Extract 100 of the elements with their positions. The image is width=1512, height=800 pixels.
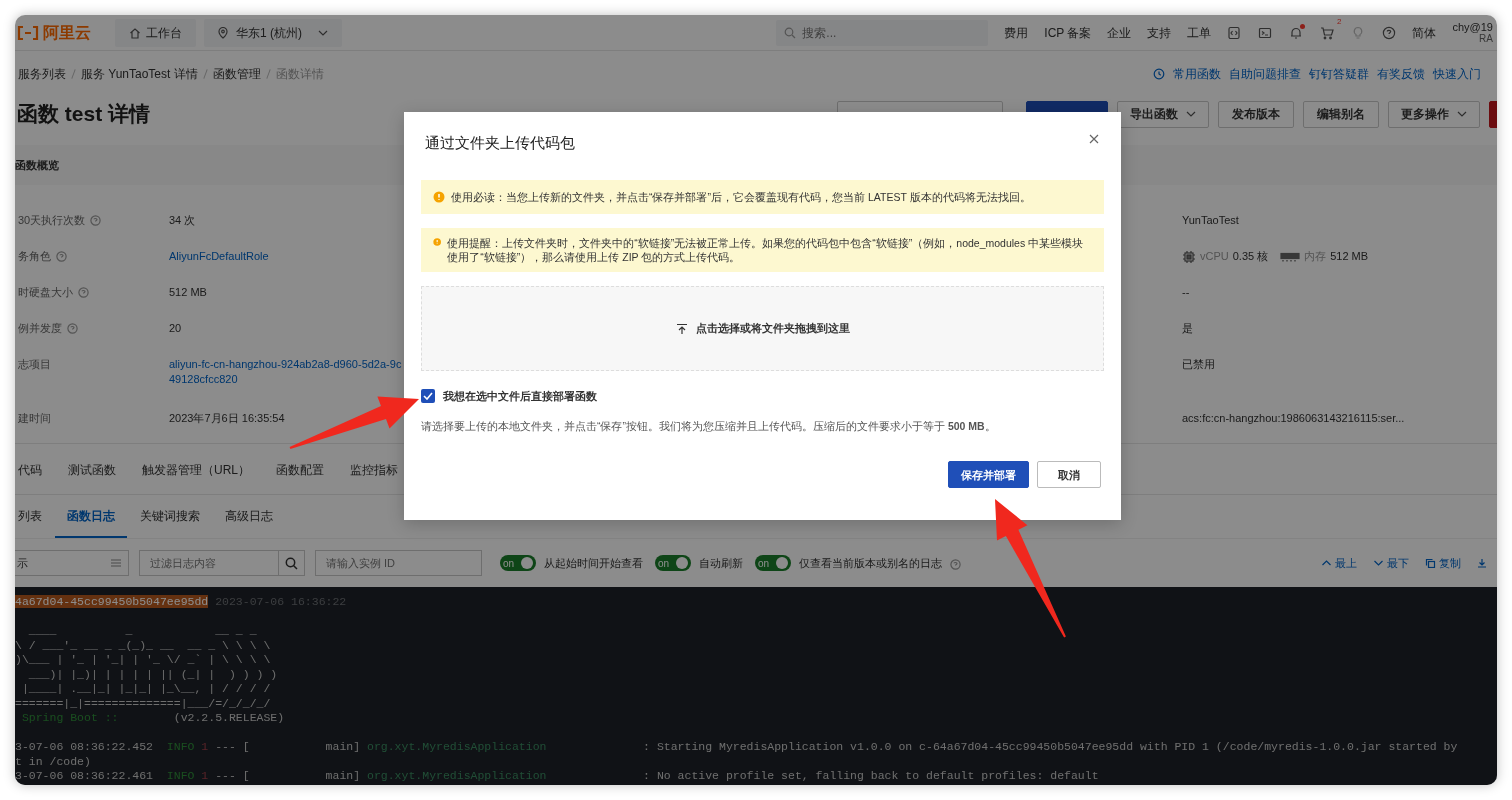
action-button[interactable]: 导出函数 xyxy=(1117,100,1209,128)
field-label: 时硬盘大小 xyxy=(18,285,73,300)
log-message: t in /code) xyxy=(15,754,91,768)
nav-link[interactable]: 企业 xyxy=(1107,23,1132,42)
nav-link[interactable]: 工单 xyxy=(1187,23,1212,42)
log-level: INFO xyxy=(166,740,195,753)
search-field[interactable]: 搜索... xyxy=(776,19,989,46)
banner-line: )\___ | '_ | '_| | '_ \/ _` | \ \ \ \ xyxy=(15,653,271,666)
log-level: INFO xyxy=(166,769,195,782)
log-action-link[interactable]: 最下 xyxy=(1373,554,1409,572)
caret-icon xyxy=(1457,111,1467,117)
breadcrumb-link[interactable]: 服务 YunTaoTest 详情 xyxy=(81,65,198,83)
tab[interactable]: 函数配置 xyxy=(276,456,324,484)
workbench-button[interactable]: 工作台 xyxy=(115,18,196,47)
log-thread: --- [ main] xyxy=(215,740,361,753)
chevron-down-icon xyxy=(1373,558,1384,568)
copy-icon xyxy=(1425,558,1436,568)
breadcrumb-link[interactable]: 服务列表 xyxy=(18,65,66,83)
file-dropzone[interactable]: 点击选择或将文件夹拖拽到这里 xyxy=(421,286,1104,371)
field-label: 例并发度 xyxy=(18,321,62,336)
log-logger: org.xyt.MyredisApplication xyxy=(367,740,547,753)
action-button[interactable]: 编辑别名 xyxy=(1303,100,1379,128)
region-select[interactable]: 华东1 (杭州) xyxy=(204,18,342,47)
log-pid: 1 xyxy=(201,769,209,782)
time-range-field[interactable]: 示 xyxy=(15,550,129,576)
banner-label: Spring Boot :: xyxy=(20,711,119,724)
memory-icon xyxy=(1280,251,1301,262)
banner-line: ____ _ __ _ _ xyxy=(27,624,257,637)
nav-link[interactable]: 费用 xyxy=(1004,23,1029,42)
checkbox-label: 我想在选中文件后直接部署函数 xyxy=(443,389,597,404)
field-label: 务角色 xyxy=(18,249,51,264)
chip-icon xyxy=(1182,249,1196,264)
user-account[interactable]: chy@19 xyxy=(1452,20,1493,33)
search-icon xyxy=(285,556,298,570)
subtab[interactable]: 列表 xyxy=(18,495,42,538)
language-link[interactable]: 简体 xyxy=(1412,23,1437,42)
spec-label: vCPU xyxy=(1200,249,1229,264)
terminal-icon[interactable] xyxy=(1258,25,1273,40)
instance-id-field[interactable]: 请输入实例 ID xyxy=(315,550,482,576)
help-icon[interactable] xyxy=(1382,25,1397,40)
warning-icon xyxy=(433,236,442,248)
cancel-button[interactable]: 取消 xyxy=(1037,461,1101,489)
cart-icon[interactable] xyxy=(1320,25,1335,40)
save-deploy-button[interactable]: 保存并部署 xyxy=(948,461,1029,489)
toggle-switch[interactable]: on xyxy=(755,555,791,571)
list-icon xyxy=(110,558,122,568)
help-link[interactable]: 钉钉答疑群 xyxy=(1309,65,1369,83)
log-thread: --- [ main] xyxy=(215,769,361,782)
toggle-label: 仅查看当前版本或别名的日志 xyxy=(799,555,942,571)
chevron-up-icon xyxy=(1321,558,1332,568)
field-value: 34 次 xyxy=(169,213,197,228)
spec-value: 512 MB xyxy=(1330,249,1369,264)
help-link[interactable]: 快速入门 xyxy=(1433,65,1481,83)
tab[interactable]: 触发器管理（URL） xyxy=(142,456,250,484)
toggle-switch[interactable]: on xyxy=(500,555,536,571)
subtab[interactable]: 关键词搜索 xyxy=(140,495,200,538)
action-button[interactable]: 更多操作 xyxy=(1388,100,1480,128)
home-icon xyxy=(129,26,141,39)
banner-line: |____| .__|_| |_|_| |_\__, | / / / / xyxy=(20,682,271,695)
log-action-link[interactable]: 复制 xyxy=(1425,554,1461,572)
toggle-switch[interactable]: on xyxy=(655,555,691,571)
cart-count: 2 xyxy=(1337,17,1342,26)
nav-link[interactable]: 支持 xyxy=(1147,23,1172,42)
caret-icon xyxy=(1186,111,1196,117)
log-message: : No active profile set, falling back to default profiles: default xyxy=(643,769,1099,782)
subtab[interactable]: 函数日志 xyxy=(55,495,127,538)
log-logger: org.xyt.MyredisApplication xyxy=(367,769,547,782)
field-value: 2023年7月6日 16:35:54 xyxy=(169,411,286,426)
user-role: RA xyxy=(1479,32,1493,45)
brand-logo-icon xyxy=(17,25,39,40)
code-icon[interactable] xyxy=(1227,25,1242,40)
close-icon xyxy=(1089,134,1099,144)
hint-text: 请选择要上传的本地文件夹，并点击“保存”按钮。我们将为您压缩并且上传代码。压缩后的文件要求小于等于 500 MB。 xyxy=(421,418,997,434)
help-link[interactable]: 自助问题排查 xyxy=(1229,65,1301,83)
search-button[interactable] xyxy=(279,550,305,576)
field-value: 是 xyxy=(1182,322,1193,334)
banner-line: ___)| |_)| | | | | || (_| | ) ) ) ) xyxy=(27,667,278,681)
section-heading: 函数概览 xyxy=(15,157,59,173)
tab[interactable]: 代码 xyxy=(18,456,42,484)
tab[interactable]: 测试函数 xyxy=(68,456,116,484)
checkbox[interactable] xyxy=(421,389,435,404)
tab[interactable]: 监控指标 xyxy=(350,456,398,484)
page-title: 函数 test 详情 xyxy=(17,101,150,127)
field-label: 30天执行次数 xyxy=(18,213,86,228)
action-button[interactable]: 发布版本 xyxy=(1218,100,1294,128)
bell-icon[interactable] xyxy=(1289,25,1304,40)
field-value: 512 MB xyxy=(169,285,208,300)
nav-link[interactable]: ICP 备案 xyxy=(1044,23,1092,42)
breadcrumb-link[interactable]: 函数管理 xyxy=(212,65,261,83)
help-link[interactable]: 有奖反馈 xyxy=(1377,65,1425,83)
subtab[interactable]: 高级日志 xyxy=(225,495,273,538)
instance-id: 4a67d04-45cc99450b5047ee95dd xyxy=(15,595,209,608)
help-link[interactable]: 常用函数 xyxy=(1173,65,1221,83)
alert-text: 使用提醒：上传文件夹时，文件夹中的“软链接”无法被正常上传。如果您的代码包中包含“软链接”（例如，node_modules 中某些模块使用了“软链接”），那么请使用上传 ZIP 包的方式上传代码。 xyxy=(447,236,1085,264)
alert-text: 使用必读：当您上传新的文件夹，并点击“保存并部署”后，它会覆盖现有代码，您当前 LATEST 版本的代码将无法找回。 xyxy=(451,190,1031,204)
log-action-link[interactable]: 最上 xyxy=(1321,554,1357,572)
field-label: 志项目 xyxy=(18,357,51,372)
filter-field[interactable]: 过滤日志内容 xyxy=(139,550,279,576)
banner-line: \ / ___'_ __ _ _(_)_ __ __ _ \ \ \ \ xyxy=(15,638,271,652)
download-icon[interactable] xyxy=(1477,558,1487,568)
